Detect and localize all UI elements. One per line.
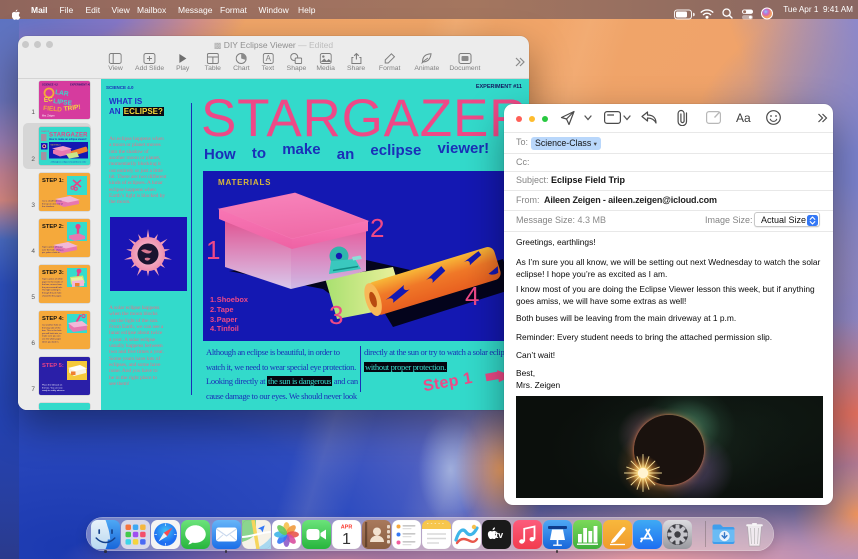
svg-text:over the hole. Using a: over the hole. Using a xyxy=(42,248,64,251)
svg-text:the top on one end of: the top on one end of xyxy=(42,202,63,205)
svg-text:1: 1 xyxy=(342,531,351,548)
svg-text:FIELD: FIELD xyxy=(43,105,63,114)
svg-text:box. This is the hole: box. This is the hole xyxy=(42,329,62,332)
svg-text:Cut another hole on: Cut another hole on xyxy=(42,324,62,327)
svg-text:EXPERIMENT #11: EXPERIMENT #11 xyxy=(70,83,90,87)
svg-text:EC: EC xyxy=(43,96,53,104)
svg-text:the box, across from: the box, across from xyxy=(42,283,62,286)
svg-text:STEP 3:: STEP 3: xyxy=(42,270,64,276)
svg-text:the shoebox.: the shoebox. xyxy=(42,205,55,208)
svg-text:STEP 1:: STEP 1: xyxy=(42,178,64,184)
svg-text:1: 1 xyxy=(206,235,220,265)
svg-text:ready to safely observe: ready to safely observe xyxy=(42,389,65,392)
svg-text:LAR: LAR xyxy=(55,89,70,98)
svg-text:MATERIALS: MATERIALS xyxy=(51,144,62,147)
svg-text:tv: tv xyxy=(496,530,504,540)
svg-text:4: 4 xyxy=(465,281,479,311)
svg-text:2: 2 xyxy=(370,213,384,243)
svg-text:the box. You are now: the box. You are now xyxy=(42,386,63,389)
svg-text:pin, poke a hole in: pin, poke a hole in xyxy=(42,252,61,254)
svg-text:Although an eclipse is beautif: Although an eclipse is beautiful, in ord… xyxy=(51,161,87,164)
svg-text:through the pin hole: through the pin hole xyxy=(42,292,62,295)
svg-text:when you look in.: when you look in. xyxy=(42,341,59,343)
svg-text:STEP 2:: STEP 2: xyxy=(42,224,64,230)
svg-text:make sure you can: make sure you can xyxy=(42,335,61,338)
svg-text:Mrs. Zeigen: Mrs. Zeigen xyxy=(42,115,55,118)
svg-text:SCIENCE 4.2: SCIENCE 4.2 xyxy=(42,83,58,87)
svg-text:see the white paper: see the white paper xyxy=(42,338,61,341)
svg-text:The light coming in: The light coming in xyxy=(42,289,61,292)
svg-text:Tape a piece of tinfoil: Tape a piece of tinfoil xyxy=(42,246,63,249)
svg-text:A: A xyxy=(265,54,271,63)
svg-text:the pin-covered hole.: the pin-covered hole. xyxy=(42,286,63,289)
svg-text:TRIP!: TRIP! xyxy=(63,104,81,113)
svg-text:should hit the paper.: should hit the paper. xyxy=(42,294,62,297)
svg-text:you will look into, so: you will look into, so xyxy=(42,332,62,335)
svg-text:3: 3 xyxy=(329,300,343,330)
svg-text:How to make an eclipse viewer!: How to make an eclipse viewer! xyxy=(49,138,87,141)
svg-text:STEP 4:: STEP 4: xyxy=(42,316,64,322)
svg-text:APR: APR xyxy=(341,524,353,530)
svg-text:Tape a piece of white: Tape a piece of white xyxy=(42,278,63,281)
svg-text:STEP 5:: STEP 5: xyxy=(42,363,64,369)
svg-text:paper to the inside of: paper to the inside of xyxy=(42,280,63,283)
svg-text:Cut a small hole into: Cut a small hole into xyxy=(42,200,63,203)
svg-text:Place the lid back on: Place the lid back on xyxy=(42,384,63,387)
svg-text:the long side of the: the long side of the xyxy=(42,326,61,329)
